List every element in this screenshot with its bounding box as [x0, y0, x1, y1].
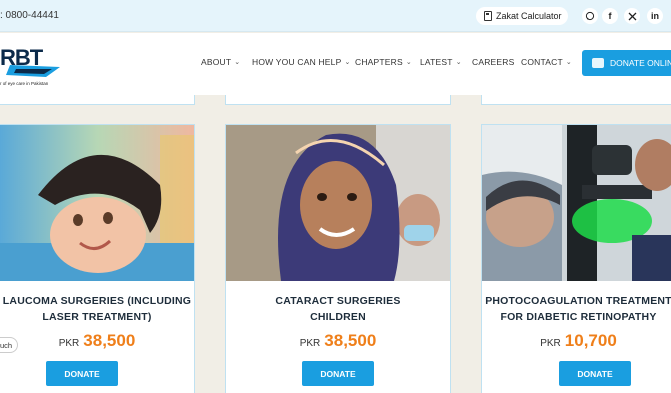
card-price: PKR 10,700	[482, 331, 671, 351]
whatsapp-icon[interactable]	[582, 8, 598, 24]
get-in-touch-tab[interactable]: uch	[0, 337, 18, 353]
donation-card-cataract: CATARACT SURGERIES CHILDREN PKR 38,500 D…	[225, 124, 451, 393]
nav-chapters-label: CHAPTERS	[355, 57, 403, 67]
card-price: PKR 38,500	[226, 331, 450, 351]
price-amount: 10,700	[564, 331, 617, 350]
donate-online-label: DONATE ONLINE	[610, 58, 671, 68]
card-edge	[481, 95, 671, 105]
nav-contact[interactable]: CONTACT ⌄	[521, 57, 572, 67]
nav-latest-label: LATEST	[420, 57, 453, 67]
card-edge	[225, 95, 451, 105]
nav-how-you-can-help[interactable]: HOW YOU CAN HELP ⌄	[252, 57, 351, 67]
facebook-icon[interactable]: f	[602, 8, 618, 24]
donate-online-button[interactable]: DONATE ONLINE	[582, 50, 671, 76]
card-title-line2: CHILDREN	[310, 311, 366, 323]
card-photo-eye-exam	[482, 125, 671, 281]
zakat-calculator-button[interactable]: Zakat Calculator	[476, 7, 568, 25]
logo-tagline: r of eye care in Pakistan	[0, 81, 49, 86]
card-title: LAUCOMA SURGERIES (INCLUDING LASER TREAT…	[0, 293, 194, 325]
card-edge	[0, 95, 195, 105]
helpline-number[interactable]: : 0800-44441	[0, 10, 59, 21]
nav-about-label: ABOUT	[201, 57, 232, 67]
chevron-down-icon: ⌄	[234, 59, 241, 66]
nav-contact-label: CONTACT	[521, 57, 563, 67]
nav-how-you-can-help-label: HOW YOU CAN HELP	[252, 57, 342, 67]
card-title-line2: FOR DIABETIC RETINOPATHY	[500, 311, 657, 323]
donate-hand-icon	[592, 58, 604, 68]
twitter-icon[interactable]	[624, 8, 640, 24]
price-amount: 38,500	[83, 331, 136, 350]
nav-careers[interactable]: CAREERS	[472, 57, 515, 67]
chevron-down-icon: ⌄	[565, 59, 572, 66]
price-currency: PKR	[58, 338, 80, 349]
card-title: PHOTOCOAGULATION TREATMENT FOR DIABETIC …	[482, 293, 671, 325]
zakat-calculator-label: Zakat Calculator	[496, 11, 562, 21]
card-title-line1: CATARACT SURGERIES	[275, 295, 401, 307]
card-photo-girl	[226, 125, 450, 281]
nav-about[interactable]: ABOUT ⌄	[201, 57, 240, 67]
linkedin-icon[interactable]: in	[647, 8, 663, 24]
card-title: CATARACT SURGERIES CHILDREN	[226, 293, 450, 325]
donate-button[interactable]: DONATE	[46, 361, 118, 386]
price-currency: PKR	[540, 338, 561, 349]
price-currency: PKR	[299, 338, 321, 349]
donation-card-photocoagulation: PHOTOCOAGULATION TREATMENT FOR DIABETIC …	[481, 124, 671, 393]
chevron-down-icon: ⌄	[455, 59, 462, 66]
nav-latest[interactable]: LATEST ⌄	[420, 57, 462, 67]
card-photo-child	[0, 125, 194, 281]
donate-button[interactable]: DONATE	[302, 361, 374, 386]
chevron-down-icon: ⌄	[405, 59, 412, 66]
donate-button[interactable]: DONATE	[559, 361, 631, 386]
card-title-line1: LAUCOMA SURGERIES (INCLUDING	[2, 295, 192, 307]
nav-careers-label: CAREERS	[472, 57, 515, 67]
card-price: PKR 38,500	[0, 331, 194, 351]
site-header: RBT r of eye care in Pakistan ABOUT ⌄ HO…	[0, 33, 671, 95]
price-amount: 38,500	[324, 331, 377, 350]
donation-card-glaucoma: LAUCOMA SURGERIES (INCLUDING LASER TREAT…	[0, 124, 195, 393]
site-logo[interactable]: RBT r of eye care in Pakistan	[0, 41, 70, 86]
calculator-icon	[484, 11, 492, 21]
chevron-down-icon: ⌄	[344, 59, 351, 66]
nav-chapters[interactable]: CHAPTERS ⌄	[355, 57, 412, 67]
top-bar: : 0800-44441 Zakat Calculator f in	[0, 0, 671, 32]
card-title-line1: PHOTOCOAGULATION TREATMENT	[485, 295, 671, 307]
card-title-line2: LASER TREATMENT)	[42, 311, 152, 323]
